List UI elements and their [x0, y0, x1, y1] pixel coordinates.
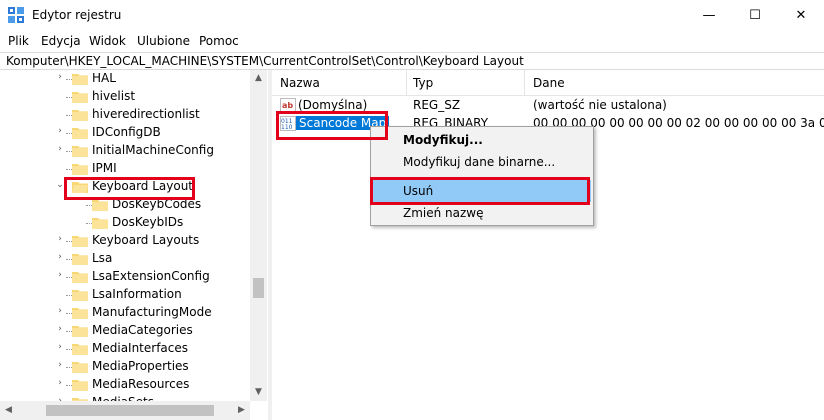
tree-item-label: hiveredirectionlist	[92, 107, 200, 121]
list-header: Nazwa Typ Dane	[272, 70, 824, 96]
folder-icon	[92, 200, 108, 211]
tree-vertical-scrollbar[interactable]: ▲ ▼	[250, 70, 267, 401]
scroll-right-icon[interactable]: ▶	[233, 401, 250, 420]
menu-ulubione[interactable]: Ulubione	[137, 34, 190, 48]
folder-icon	[72, 308, 88, 319]
expand-icon[interactable]: ›	[54, 324, 66, 334]
expand-icon[interactable]: ›	[54, 72, 66, 82]
minimize-icon: —	[702, 8, 716, 23]
expand-icon[interactable]: ›	[54, 270, 66, 280]
folder-icon	[92, 218, 108, 229]
value-type: REG_SZ	[413, 98, 461, 112]
folder-icon	[72, 74, 88, 85]
menu-item-rename[interactable]: Zmień nazwę	[373, 202, 591, 224]
column-divider[interactable]	[524, 70, 525, 96]
key-tree: › HAL hivelist hiveredirectionlist › IDC…	[0, 70, 268, 420]
folder-icon	[72, 236, 88, 247]
tree-horizontal-scrollbar[interactable]: ◀ ▶	[0, 401, 250, 420]
scroll-thumb[interactable]	[46, 405, 214, 416]
folder-icon	[72, 110, 88, 121]
close-button[interactable]: ✕	[778, 0, 824, 31]
maximize-button[interactable]: ☐	[732, 0, 778, 31]
folder-icon	[72, 380, 88, 391]
folder-icon	[72, 344, 88, 355]
open-folder-icon	[72, 182, 88, 193]
expand-icon[interactable]: ›	[54, 126, 66, 136]
expand-icon[interactable]: ›	[54, 234, 66, 244]
maximize-icon: ☐	[749, 8, 761, 23]
folder-icon	[72, 128, 88, 139]
window-title: Edytor rejestru	[32, 8, 122, 22]
registry-editor-icon	[8, 7, 24, 23]
context-menu: Modyfikuj... Modyfikuj dane binarne... U…	[370, 126, 594, 226]
collapse-icon[interactable]: ⌄	[54, 180, 66, 190]
address-path: Komputer\HKEY_LOCAL_MACHINE\SYSTEM\Curre…	[6, 54, 524, 68]
folder-icon	[72, 272, 88, 283]
menu-separator	[401, 177, 589, 178]
scroll-thumb[interactable]	[253, 278, 264, 298]
expand-icon[interactable]: ›	[54, 360, 66, 370]
tree-item-label: MediaCategories	[92, 323, 193, 337]
svg-text:110: 110	[281, 124, 293, 131]
expand-icon[interactable]: ›	[54, 144, 66, 154]
column-divider[interactable]	[406, 70, 407, 96]
tree-item-label: MediaResources	[92, 377, 190, 391]
menu-plik[interactable]: Plik	[8, 34, 29, 48]
tree-item-label: ManufacturingMode	[92, 305, 212, 319]
tree-item-label: LsaExtensionConfig	[92, 269, 210, 283]
folder-icon	[72, 362, 88, 373]
tree-item-label: InitialMachineConfig	[92, 143, 214, 157]
column-header-name[interactable]: Nazwa	[280, 76, 320, 90]
tree-item-label: MediaInterfaces	[92, 341, 189, 355]
expand-icon[interactable]: ›	[54, 306, 66, 316]
tree-item-label: Lsa	[92, 251, 113, 265]
menu-item-delete[interactable]: Usuń	[373, 180, 591, 202]
scroll-left-icon[interactable]: ◀	[0, 401, 17, 420]
menu-widok[interactable]: Widok	[89, 34, 126, 48]
tree-item-label: IPMI	[92, 161, 117, 175]
scroll-up-icon[interactable]: ▲	[250, 70, 267, 87]
folder-icon	[72, 146, 88, 157]
column-header-type[interactable]: Typ	[413, 76, 433, 90]
binary-value-icon: 011 110	[280, 116, 296, 131]
values-list: Nazwa Typ Dane ab (Domyślna) REG_SZ (war…	[272, 70, 824, 420]
minimize-button[interactable]: —	[686, 0, 732, 31]
scroll-down-icon[interactable]: ▼	[250, 384, 267, 401]
tree-item-label: hivelist	[92, 89, 136, 103]
expand-icon[interactable]: ›	[54, 378, 66, 388]
close-icon: ✕	[795, 8, 807, 23]
tree-item-label: DosKeybCodes	[112, 197, 202, 211]
tree-item-label: MediaProperties	[92, 359, 189, 373]
menu-bar: Plik Edycja Widok Ulubione Pomoc	[0, 31, 824, 52]
tree-item-label: HAL	[92, 71, 116, 85]
tree-item-label: Keyboard Layout	[92, 179, 194, 193]
expand-icon[interactable]: ›	[54, 252, 66, 262]
menu-pomoc[interactable]: Pomoc	[199, 34, 239, 48]
folder-icon	[72, 164, 88, 175]
expand-icon[interactable]: ›	[54, 342, 66, 352]
folder-icon	[72, 254, 88, 265]
menu-edycja[interactable]: Edycja	[41, 34, 81, 48]
title-bar[interactable]: Edytor rejestru — ☐ ✕	[0, 0, 824, 31]
value-data: (wartość nie ustalona)	[533, 98, 667, 112]
tree-item-label: LsaInformation	[92, 287, 182, 301]
menu-item-modify[interactable]: Modyfikuj...	[373, 129, 591, 151]
tree-item-label: DosKeybIDs	[112, 215, 184, 229]
tree-item-label: Keyboard Layouts	[92, 233, 200, 247]
list-row[interactable]: ab (Domyślna) REG_SZ (wartość nie ustalo…	[272, 97, 824, 115]
folder-icon	[72, 92, 88, 103]
svg-text:ab: ab	[282, 101, 293, 110]
column-header-data[interactable]: Dane	[533, 76, 565, 90]
tree-item-label: IDConfigDB	[92, 125, 161, 139]
address-bar[interactable]: Komputer\HKEY_LOCAL_MACHINE\SYSTEM\Curre…	[0, 52, 824, 70]
menu-item-modify-binary[interactable]: Modyfikuj dane binarne...	[373, 151, 591, 173]
value-name: (Domyślna)	[298, 98, 368, 112]
folder-icon	[72, 290, 88, 301]
string-value-icon: ab	[280, 98, 296, 113]
folder-icon	[72, 326, 88, 337]
